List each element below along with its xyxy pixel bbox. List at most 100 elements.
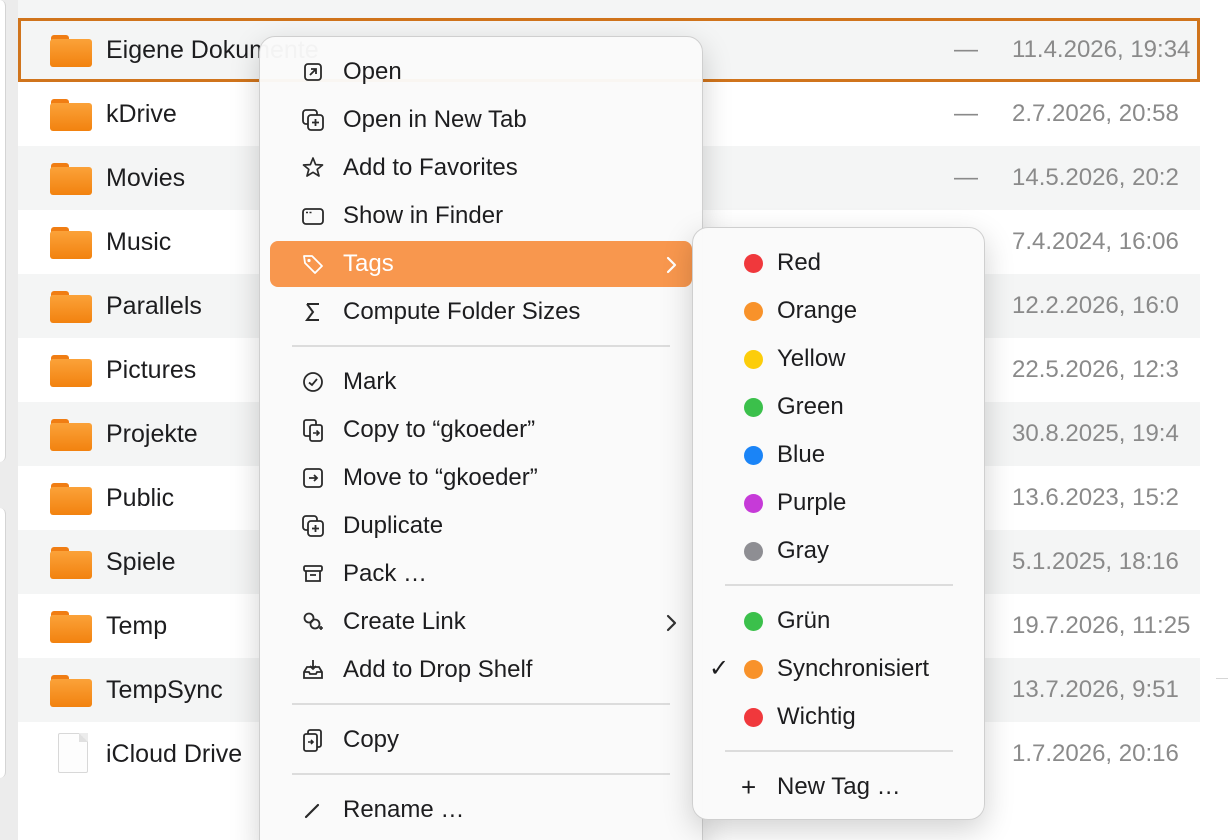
copy-to-icon <box>300 417 326 443</box>
file-name: Pictures <box>106 356 197 384</box>
file-name: Parallels <box>106 292 202 320</box>
tag-item-wichtig[interactable]: Wichtig <box>693 694 986 740</box>
file-date: 1.7.2026, 20:16 <box>1012 740 1179 767</box>
folder-icon <box>50 675 94 707</box>
folder-icon <box>50 227 94 259</box>
menu-item-copy-to-gkoeder[interactable]: Copy to “gkoeder” <box>270 407 692 453</box>
tag-item-synchronisiert[interactable]: ✓ Synchronisiert <box>693 646 986 692</box>
menu-item-pack[interactable]: Pack … <box>270 551 692 597</box>
drop-shelf-icon <box>300 657 326 683</box>
table-row-partial <box>18 0 1200 18</box>
menu-item-label: Open in New Tab <box>343 106 527 133</box>
file-name: Public <box>106 484 175 512</box>
tag-item-red[interactable]: Red <box>693 240 986 286</box>
tag-item-purple[interactable]: Purple <box>693 480 986 526</box>
tag-label: Gray <box>777 537 830 564</box>
pencil-icon <box>300 797 326 823</box>
tag-label: Grün <box>777 607 831 634</box>
folder-icon <box>50 163 94 195</box>
duplicate-icon <box>300 513 326 539</box>
tag-color-dot-icon <box>744 254 763 273</box>
sidebar-edge <box>0 0 18 840</box>
tag-label: Green <box>777 393 844 420</box>
tag-color-dot-icon <box>744 612 763 631</box>
new-tab-icon <box>300 107 326 133</box>
folder-icon <box>50 291 94 323</box>
file-date: 5.1.2025, 18:16 <box>1012 548 1179 575</box>
menu-item-move-to-gkoeder[interactable]: Move to “gkoeder” <box>270 455 692 501</box>
menu-item-create-link[interactable]: Create Link <box>270 599 692 645</box>
folder-icon <box>50 355 94 387</box>
menu-item-add-to-favorites[interactable]: Add to Favorites <box>270 145 692 191</box>
menu-item-mark[interactable]: Mark <box>270 359 692 405</box>
menu-item-label: Tags <box>343 250 394 277</box>
window-icon <box>300 203 326 229</box>
sidebar-panel-upper <box>0 0 6 462</box>
menu-item-compute-folder-sizes[interactable]: Compute Folder Sizes <box>270 289 692 335</box>
tag-color-dot-icon <box>744 446 763 465</box>
tag-item-blue[interactable]: Blue <box>693 432 986 478</box>
folder-icon <box>50 547 94 579</box>
menu-separator <box>292 703 670 705</box>
file-date: 22.5.2026, 12:3 <box>1012 356 1179 383</box>
file-date: 2.7.2026, 20:58 <box>1012 100 1179 127</box>
menu-item-label: Create Link <box>343 608 466 635</box>
menu-separator <box>725 750 953 752</box>
menu-item-copy[interactable]: Copy <box>270 717 692 763</box>
file-name: TempSync <box>106 676 223 704</box>
tag-label: Blue <box>777 441 826 468</box>
tag-color-dot-icon <box>744 708 763 727</box>
menu-separator <box>725 584 953 586</box>
tag-item-gray[interactable]: Gray <box>693 528 986 574</box>
tag-label: Yellow <box>777 345 846 372</box>
menu-item-add-to-drop-shelf[interactable]: Add to Drop Shelf <box>270 647 692 693</box>
menu-separator <box>292 345 670 347</box>
file-date: 12.2.2026, 16:0 <box>1012 292 1179 319</box>
tag-color-dot-icon <box>744 542 763 561</box>
file-date: 13.7.2026, 9:51 <box>1012 676 1179 703</box>
file-size: — <box>954 36 978 63</box>
file-name: Temp <box>106 612 168 640</box>
file-date: 14.5.2026, 20:2 <box>1012 164 1179 191</box>
menu-separator <box>292 773 670 775</box>
tag-item-grün[interactable]: Grün <box>693 598 986 644</box>
file-name: Music <box>106 228 172 256</box>
context-menu: Open Open in New Tab Add to Favorites Show … <box>259 36 703 840</box>
sigma-icon <box>300 299 326 325</box>
tags-submenu: Red Orange Yellow Green Blue Purple Gray Grün ✓ S… <box>692 227 985 820</box>
star-icon <box>300 155 326 181</box>
tag-item-green[interactable]: Green <box>693 384 986 430</box>
file-date: 30.8.2025, 19:4 <box>1012 420 1179 447</box>
link-icon <box>300 609 326 635</box>
menu-item-show-in-finder[interactable]: Show in Finder <box>270 193 692 239</box>
tag-label: Synchronisiert <box>777 655 930 682</box>
menu-item-label: Compute Folder Sizes <box>343 298 581 325</box>
document-icon <box>50 733 94 773</box>
menu-item-open[interactable]: Open <box>270 49 692 95</box>
file-date: 11.4.2026, 19:34 <box>1012 36 1191 63</box>
plus-icon: + <box>741 772 757 802</box>
folder-icon <box>50 99 94 131</box>
tag-item-yellow[interactable]: Yellow <box>693 336 986 382</box>
tag-icon <box>300 251 326 277</box>
menu-item-label: Open <box>343 58 402 85</box>
menu-item-label: Show in Finder <box>343 202 504 229</box>
folder-icon <box>50 35 94 67</box>
menu-item-tags[interactable]: Tags <box>270 241 692 287</box>
menu-item-label: Duplicate <box>343 512 444 539</box>
tag-color-dot-icon <box>744 350 763 369</box>
file-size: — <box>954 100 978 127</box>
menu-item-duplicate[interactable]: Duplicate <box>270 503 692 549</box>
chevron-right-icon <box>664 599 678 645</box>
tag-item-orange[interactable]: Orange <box>693 288 986 334</box>
sidebar-panel-lower <box>0 508 6 778</box>
menu-item-rename[interactable]: Rename … <box>270 787 692 833</box>
file-name: kDrive <box>106 100 177 128</box>
file-name: Projekte <box>106 420 198 448</box>
menu-item-label: Mark <box>343 368 397 395</box>
menu-item-open-in-new-tab[interactable]: Open in New Tab <box>270 97 692 143</box>
divider <box>1216 678 1228 679</box>
folder-icon <box>50 419 94 451</box>
file-name: Movies <box>106 164 186 192</box>
new-tag-button[interactable]: + New Tag … <box>693 764 986 810</box>
